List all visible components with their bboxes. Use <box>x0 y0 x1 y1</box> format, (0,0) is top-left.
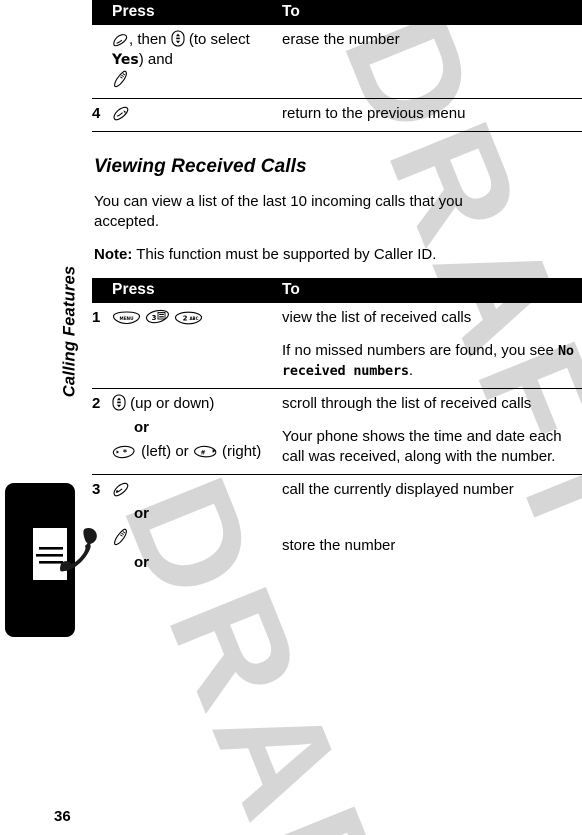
press-cell <box>112 98 282 132</box>
send-key-icon <box>113 482 129 497</box>
star-key-icon: * <box>112 445 135 459</box>
key-3-icon: 3 <box>146 309 170 324</box>
navigation-key-icon <box>171 30 185 47</box>
to-text: view the list of received calls <box>282 309 472 326</box>
table-row: 1 MENU 3 2 ABC view the list of received… <box>92 303 582 389</box>
to-cell: view the list of received calls If no mi… <box>282 303 582 389</box>
note-label: Note: <box>94 246 133 263</box>
svg-text:3: 3 <box>152 314 157 322</box>
table-row: 2 (up or down) or * (left) or # (right) … <box>92 388 582 475</box>
to-cell: return to the previous menu <box>282 98 582 132</box>
column-header-press: Press <box>112 3 155 20</box>
to-cell: erase the number <box>282 31 400 48</box>
table-row: , then (to select Yes) and erase the num… <box>92 25 582 99</box>
to-text-secondary: store the number <box>282 537 396 554</box>
column-header-to: To <box>282 281 300 298</box>
to-extra-suffix: . <box>408 362 414 379</box>
column-header-press: Press <box>112 281 155 298</box>
or-separator: or <box>134 554 149 571</box>
column-header-step <box>92 0 112 25</box>
navigation-key-icon <box>112 394 126 411</box>
step-number: 1 <box>92 309 101 326</box>
menu-select-key-icon <box>114 528 127 546</box>
press-text: (left) or <box>141 443 189 460</box>
press-cell: , then (to select Yes) and <box>112 25 282 99</box>
svg-text:2: 2 <box>183 315 188 323</box>
step-number <box>92 25 112 99</box>
to-extra-text: Your phone shows the time and date each … <box>282 428 562 465</box>
table-row: 4 return to the previous menu <box>92 98 582 132</box>
press-cell: or or <box>112 474 282 584</box>
column-header-step <box>92 278 112 303</box>
phone-handset-icon <box>33 527 97 580</box>
table-row: 3 or or call the currently displayed num… <box>92 474 582 584</box>
chapter-title: Calling Features <box>60 265 79 398</box>
step-number: 4 <box>92 98 112 132</box>
column-header-to: To <box>282 3 300 20</box>
note-paragraph: Note: This function must be supported by… <box>94 245 524 265</box>
note-text: This function must be supported by Calle… <box>132 246 437 263</box>
press-cell: (up or down) or * (left) or # (right) <box>112 388 282 475</box>
or-separator: or <box>134 419 149 436</box>
svg-text:*: * <box>123 448 128 457</box>
to-extra-text: If no missed numbers are found, you see … <box>282 341 574 381</box>
back-key-icon <box>113 106 129 121</box>
page-content: Press To , then (to select Yes) and eras… <box>92 0 582 584</box>
to-text: call the currently displayed number <box>282 481 514 498</box>
or-separator: or <box>134 505 149 522</box>
procedure-table-top: Press To , then (to select Yes) and eras… <box>92 0 582 132</box>
press-text: (right) <box>222 443 262 460</box>
to-extra-prefix: If no missed numbers are found, you see <box>282 342 558 359</box>
press-text: (up or down) <box>130 395 215 412</box>
to-cell: call the currently displayed number stor… <box>282 474 582 584</box>
body-paragraph: You can view a list of the last 10 incom… <box>94 193 463 230</box>
page-number: 36 <box>54 808 71 825</box>
press-emphasis: Yes <box>112 52 139 68</box>
menu-select-key-icon <box>114 70 127 88</box>
pound-key-icon: # <box>193 445 217 458</box>
key-2-abc-icon: 2 ABC <box>175 311 203 325</box>
section-heading: Viewing Received Calls <box>94 156 307 177</box>
press-text: ) and <box>138 51 173 68</box>
clear-key-icon <box>113 34 128 47</box>
step-number: 2 <box>92 388 112 475</box>
procedure-table-bottom: Press To 1 MENU 3 2 ABC view the list of… <box>92 278 582 584</box>
table-header-row: Press To <box>92 278 582 303</box>
svg-text:MENU: MENU <box>120 316 135 321</box>
table-header-row: Press To <box>92 0 582 25</box>
svg-text:#: # <box>200 449 205 456</box>
menu-key-icon: MENU <box>112 311 141 325</box>
svg-text:ABC: ABC <box>190 316 199 321</box>
press-text: (to select <box>188 31 250 48</box>
table-bottom-rule <box>92 131 582 132</box>
press-cell: MENU 3 2 ABC <box>112 303 282 389</box>
press-text: , then <box>129 31 167 48</box>
to-text: scroll through the list of received call… <box>282 395 532 412</box>
to-cell: scroll through the list of received call… <box>282 388 582 475</box>
